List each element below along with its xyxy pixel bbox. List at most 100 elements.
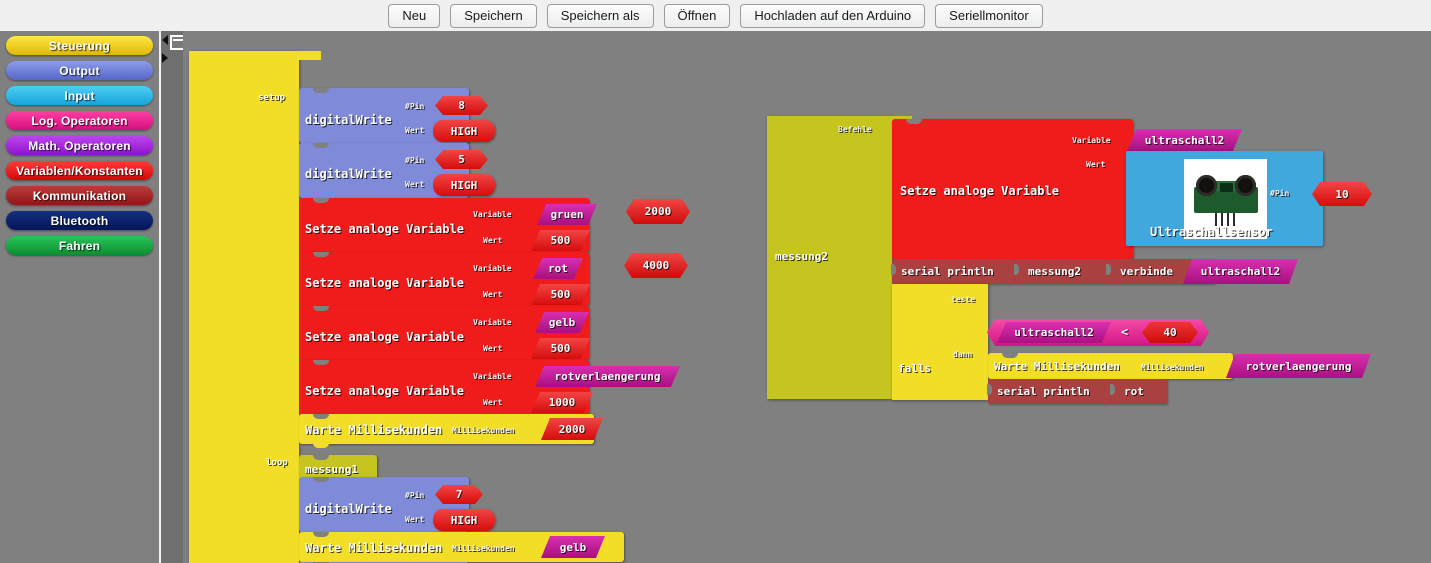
new-button[interactable]: Neu <box>388 3 441 28</box>
sidebar-item-input[interactable]: Input <box>6 86 153 105</box>
teste-label: teste <box>951 295 976 304</box>
sidebar-item-label: Steuerung <box>48 38 111 53</box>
sidebar-item-label: Kommunikation <box>32 188 127 203</box>
function-name-label: messung2 <box>775 250 828 263</box>
value-label: HIGH <box>450 178 478 192</box>
wert-label: Wert <box>1086 160 1106 169</box>
sidebar-item-kommunikation[interactable]: Kommunikation <box>6 186 153 205</box>
block-serial-println-messung2[interactable]: serial println <box>891 259 1015 284</box>
value-label: 1000 <box>548 396 576 409</box>
millisekunden-label: Millisekunden <box>452 426 515 435</box>
call-label: messung1 <box>305 463 358 476</box>
variable-gelb[interactable]: gelb <box>535 312 589 333</box>
sidebar-item-steuerung[interactable]: Steuerung <box>6 36 153 55</box>
value-sensor-pin-10[interactable]: 10 <box>1312 182 1372 206</box>
value-500-gelb[interactable]: 500 <box>531 338 590 359</box>
serial-monitor-button[interactable]: Seriellmonitor <box>935 3 1043 28</box>
setvar-label: Setze analoge Variable <box>305 276 464 290</box>
value-wert-high-2[interactable]: HIGH <box>433 174 495 196</box>
floating-value-4000[interactable]: 4000 <box>624 253 688 278</box>
sidebar-item-variablen-konstanten[interactable]: Variablen/Konstanten <box>6 161 153 180</box>
variable-label: Variable <box>473 318 512 327</box>
value-label: 2000 <box>644 205 672 218</box>
condition-less-than[interactable]: ultraschall2 < 40 <box>987 319 1209 346</box>
befehle-label: Befehle <box>838 125 872 134</box>
sidebar-item-output[interactable]: Output <box>6 61 153 80</box>
value-label: 500 <box>550 288 571 301</box>
serial-println-label: serial println <box>901 265 994 278</box>
collapse-left-arrow-icon[interactable] <box>162 35 168 45</box>
digitalwrite-label: digitalWrite <box>305 167 392 181</box>
variable-name: rotverlaengerung <box>1245 359 1352 373</box>
sidebar-item-bluetooth[interactable]: Bluetooth <box>6 211 153 230</box>
sidebar-item-label: Log. Operatoren <box>31 113 128 128</box>
sidebar-splitter[interactable] <box>161 31 183 563</box>
pin-label: #Pin <box>405 156 425 165</box>
setvar-label: Setze analoge Variable <box>305 384 464 398</box>
value-wert-high-3[interactable]: HIGH <box>433 509 495 531</box>
value-label: 40 <box>1163 326 1177 339</box>
variable-ultraschall2[interactable]: ultraschall2 <box>1127 129 1242 151</box>
block-serial-println-rot[interactable]: serial println <box>987 379 1111 404</box>
variable-rotverlaengerung[interactable]: rotverlaengerung <box>535 366 680 387</box>
sidebar-item-label: Fahren <box>58 238 101 253</box>
variable-name: ultraschall2 <box>1014 326 1094 339</box>
wert-label: Wert <box>483 398 503 407</box>
variable-gruen[interactable]: gruen <box>537 204 597 225</box>
value-label: 8 <box>458 99 465 112</box>
value-delay-gelb[interactable]: gelb <box>541 536 605 558</box>
value-pin-7[interactable]: 7 <box>435 485 483 504</box>
setup-loop-frame[interactable] <box>189 51 299 563</box>
save-button[interactable]: Speichern <box>450 3 537 28</box>
variable-name: gruen <box>550 208 584 221</box>
digitalwrite-label: digitalWrite <box>305 502 392 516</box>
open-button[interactable]: Öffnen <box>663 3 731 28</box>
variable-name: ultraschall2 <box>1144 133 1225 147</box>
millisekunden-label: Millisekunden <box>452 544 515 553</box>
save-as-button[interactable]: Speichern als <box>546 3 654 28</box>
value-1000[interactable]: 1000 <box>531 392 593 413</box>
verbinde-label: verbinde <box>1120 265 1173 278</box>
variable-label: Variable <box>1072 136 1111 145</box>
arg-rot[interactable]: rot <box>1110 379 1167 404</box>
variable-ultraschall2-join[interactable]: ultraschall2 <box>1183 259 1298 284</box>
floating-value-2000[interactable]: 2000 <box>626 199 690 224</box>
sidebar-item-label: Math. Operatoren <box>28 138 131 153</box>
wert-label: Wert <box>483 344 503 353</box>
arg-label: rot <box>1124 385 1144 398</box>
wert-label: Wert <box>483 290 503 299</box>
delay-label: Warte Millisekunden <box>994 360 1120 373</box>
variable-ultraschall2-cond[interactable]: ultraschall2 <box>997 322 1111 343</box>
value-delay-rotverlaengerung[interactable]: rotverlaengerung <box>1226 354 1371 378</box>
sidebar-item-label: Variablen/Konstanten <box>16 163 143 178</box>
setvar-label: Setze analoge Variable <box>305 222 464 236</box>
value-500-gruen[interactable]: 500 <box>531 230 590 251</box>
wert-label: Wert <box>405 180 425 189</box>
sidebar-item-fahren[interactable]: Fahren <box>6 236 153 255</box>
variable-name: rotverlaengerung <box>554 370 661 383</box>
sidebar-item-math-operatoren[interactable]: Math. Operatoren <box>6 136 153 155</box>
value-label: HIGH <box>450 513 478 527</box>
pin-label: #Pin <box>405 102 425 111</box>
setvar-label: Setze analoge Variable <box>305 330 464 344</box>
arg-messung2[interactable]: messung2 <box>1014 259 1107 284</box>
millisekunden-label: Millisekunden <box>1141 363 1204 372</box>
block-canvas[interactable]: setup loop digitalWrite #Pin 8 Wert HIGH… <box>183 31 1431 563</box>
category-sidebar: Steuerung Output Input Log. Operatoren M… <box>0 31 161 563</box>
pin-label: #Pin <box>1270 189 1290 198</box>
value-40[interactable]: 40 <box>1142 322 1198 343</box>
variable-label: Variable <box>473 264 512 273</box>
setup-loop-frame-tab <box>299 51 321 60</box>
upload-button[interactable]: Hochladen auf den Arduino <box>740 3 926 28</box>
value-500-rot[interactable]: 500 <box>531 284 590 305</box>
value-pin-8[interactable]: 8 <box>435 96 488 115</box>
value-label: 10 <box>1335 187 1349 201</box>
value-pin-5[interactable]: 5 <box>435 150 488 169</box>
delay-label: Warte Millisekunden <box>305 541 443 555</box>
variable-name: ultraschall2 <box>1200 265 1281 278</box>
sidebar-item-log-operatoren[interactable]: Log. Operatoren <box>6 111 153 130</box>
value-wert-high-1[interactable]: HIGH <box>433 120 495 142</box>
splitter-arrows[interactable] <box>162 35 169 63</box>
value-delay-2000[interactable]: 2000 <box>541 418 603 440</box>
expand-right-arrow-icon[interactable] <box>162 53 168 63</box>
